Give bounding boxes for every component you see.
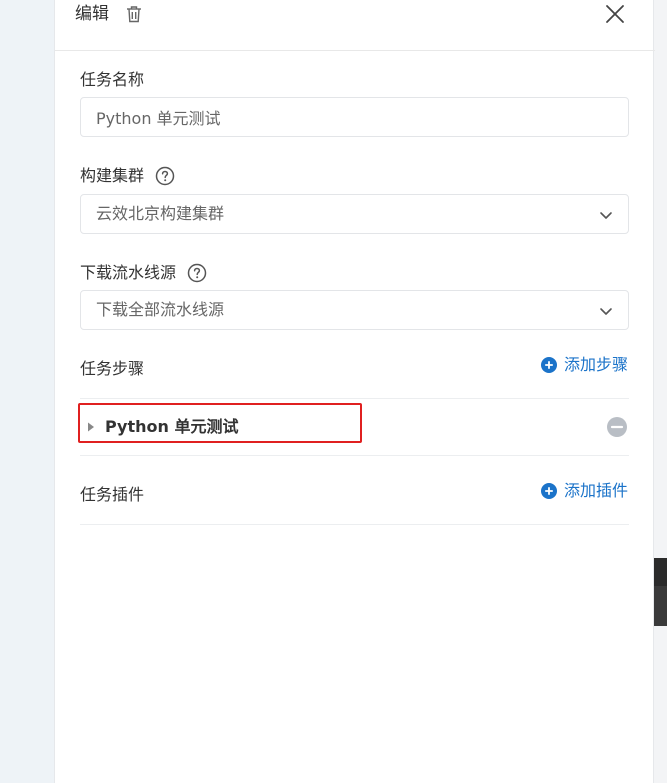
build-cluster-label: 构建集群: [80, 166, 175, 186]
download-source-label: 下载流水线源: [80, 263, 207, 283]
question-circle-icon[interactable]: [155, 166, 175, 186]
build-cluster-select[interactable]: 云效北京构建集群: [80, 194, 629, 234]
download-source-select[interactable]: 下载全部流水线源: [80, 290, 629, 330]
add-plugin-button[interactable]: 添加插件: [540, 481, 628, 501]
minus-circle-icon[interactable]: [606, 416, 628, 438]
right-background-dark-2: [654, 586, 667, 626]
question-circle-icon[interactable]: [187, 263, 207, 283]
trash-icon[interactable]: [124, 4, 144, 24]
build-cluster-value: 云效北京构建集群: [96, 204, 225, 223]
chevron-down-icon: [600, 308, 612, 315]
task-plugins-title: 任务插件: [80, 485, 145, 504]
step-item[interactable]: Python 单元测试: [80, 398, 629, 456]
plus-circle-icon: [540, 357, 557, 373]
divider: [80, 524, 629, 525]
task-steps-title: 任务步骤: [80, 359, 145, 378]
right-background: [654, 0, 667, 783]
task-name-label-text: 任务名称: [80, 70, 145, 89]
add-plugin-label: 添加插件: [563, 481, 628, 500]
step-item-label: Python 单元测试: [105, 417, 239, 436]
plus-circle-icon: [540, 483, 557, 499]
divider: [80, 455, 629, 456]
drawer-header: 编辑: [55, 0, 655, 51]
chevron-down-icon: [600, 212, 612, 219]
close-icon[interactable]: [604, 3, 626, 25]
caret-right-icon[interactable]: [87, 422, 95, 432]
left-background: [0, 0, 54, 783]
right-background-dark: [654, 558, 667, 586]
add-step-button[interactable]: 添加步骤: [540, 355, 628, 375]
add-step-label: 添加步骤: [563, 355, 628, 374]
task-name-input[interactable]: [80, 97, 629, 137]
download-source-value: 下载全部流水线源: [96, 300, 225, 319]
build-cluster-label-text: 构建集群: [80, 166, 145, 185]
download-source-label-text: 下载流水线源: [80, 263, 177, 282]
task-name-label: 任务名称: [80, 70, 144, 90]
edit-drawer: 编辑 任务名称 构建集群 云效北京: [54, 0, 655, 783]
drawer-title: 编辑: [75, 4, 109, 24]
